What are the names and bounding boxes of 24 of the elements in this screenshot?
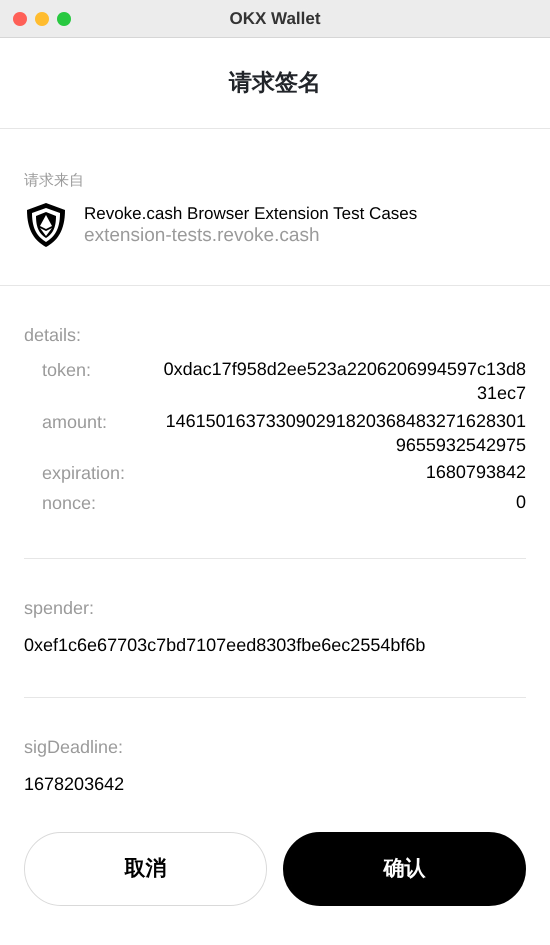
section-label: spender: (24, 597, 96, 620)
shield-icon (24, 201, 68, 249)
origin-label: 请求来自 (24, 171, 84, 189)
section-value: 0xef1c6e67703c7bd7107eed8303fbe6ec2554bf6b (24, 634, 426, 658)
field-label: expiration: (42, 462, 126, 486)
field-label: amount: (42, 410, 108, 434)
page-title: 请求签名 (229, 68, 321, 98)
cancel-button[interactable]: 取消 (24, 832, 267, 906)
zoom-button[interactable] (57, 12, 71, 26)
close-button[interactable] (13, 12, 27, 26)
confirm-button[interactable]: 确认 (283, 832, 526, 906)
field-value: 0xdac17f958d2ee523a2206206994597c13d831ec7 (162, 358, 526, 406)
section-label: sigDeadline: (24, 736, 124, 760)
field-value: 1680793842 (424, 461, 526, 484)
field-label: token: (42, 359, 92, 382)
details-label: details: (24, 324, 82, 347)
window-title: OKX Wallet (230, 8, 320, 30)
site-domain: extension-tests.revoke.cash (84, 224, 321, 248)
field-value: 1461501637330902918203684832716283019655932542975 (164, 410, 526, 457)
field-label: nonce: (42, 492, 96, 516)
field-value: 0 (514, 491, 526, 514)
minimize-button[interactable] (35, 12, 49, 26)
site-name: Revoke.cash Browser Extension Test Cases (84, 202, 418, 224)
section-value: 1678203642 (24, 773, 126, 796)
